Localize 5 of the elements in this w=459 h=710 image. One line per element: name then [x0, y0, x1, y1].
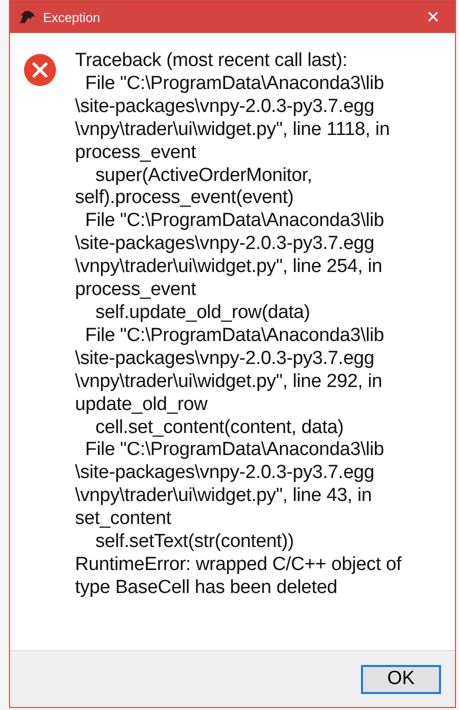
close-button[interactable]: × — [411, 1, 455, 33]
ok-button[interactable]: OK — [361, 664, 441, 694]
window-title: Exception — [43, 10, 102, 24]
traceback-message: Traceback (most recent call last): File "C:\ProgramData\Anaconda3\lib \site-packages\vnpy-2.0.3-py3.7.egg \vnpy\trader\ui\widget.py", line 1118, in process_event super(ActiveOrderMonitor, self).process_event(event) File "C:\ProgramData\Anaconda3\lib \site-packages\vnpy-2.0.3-py3.7.egg \vnpy\trader\ui\widget.py", line 254, in process_event self.update_old_row(data) File "C:\ProgramData\Anaconda3\lib \site-packages\vnpy-2.0.3-py3.7.egg \vnpy\trader\ui\widget.py", line 292, in update_old_row cell.set_content(content, data) File "C:\ProgramData\Anaconda3\lib \site-packages\vnpy-2.0.3-py3.7.egg \vnpy\trader\ui\widget.py", line 43, in set_content self.setText(str(content)) RuntimeError: wrapped C/C++ object of type BaseCell has been deleted — [75, 50, 402, 600]
error-icon — [23, 53, 57, 87]
